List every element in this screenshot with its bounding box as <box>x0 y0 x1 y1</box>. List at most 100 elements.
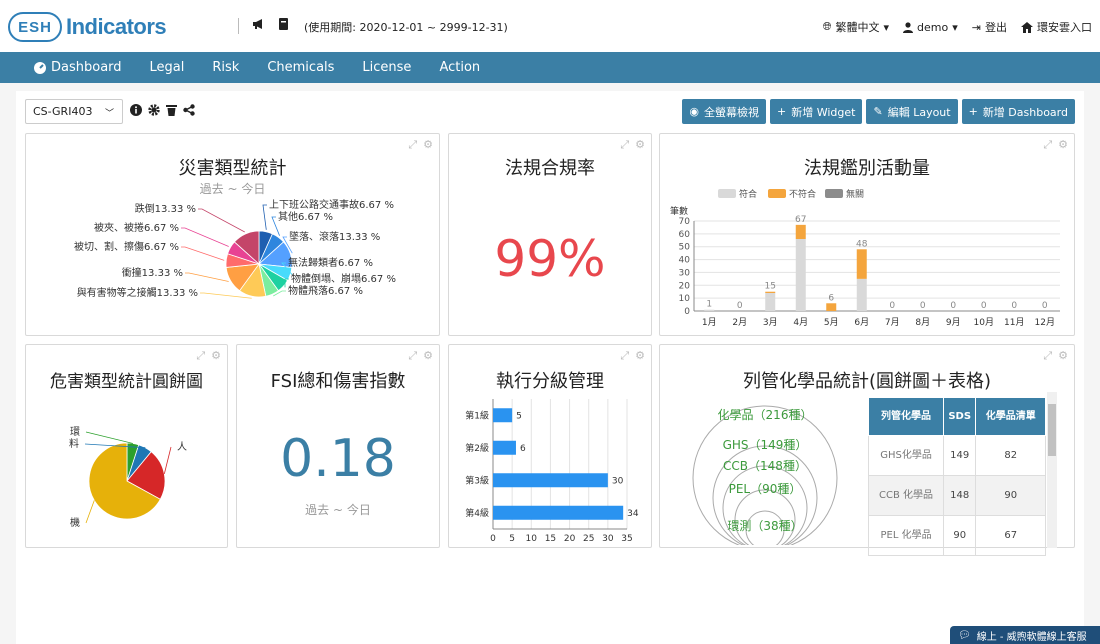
hazard-pie-chart: 環料 人機 <box>69 426 187 529</box>
gear-icon[interactable]: ⚙︎ <box>1058 138 1068 152</box>
megaphone-icon[interactable] <box>252 18 266 30</box>
gear-icon[interactable]: ⚙︎ <box>423 349 433 363</box>
data-label: 15 <box>765 282 776 292</box>
widget-title: 執行分級管理 <box>496 371 604 392</box>
bubble-label: PEL（90種） <box>729 482 802 496</box>
expand-icon[interactable]: ⤢ <box>408 138 417 152</box>
pie-label: 上下班公路交通事故6.67 % <box>269 198 394 211</box>
y-tick-label: 30 <box>679 268 691 278</box>
bar-segment <box>704 309 715 311</box>
book-icon[interactable] <box>278 18 289 30</box>
pie-leader-line <box>85 500 95 524</box>
x-tick-label: 5月 <box>824 317 839 328</box>
widget-title: 法規鑑別活動量 <box>804 158 930 179</box>
live-chat-button[interactable]: 💬︎ 線上 - 威煦軟體線上客服 <box>950 626 1100 644</box>
pie-label: 人 <box>177 441 187 453</box>
scrollbar-thumb[interactable] <box>1048 404 1056 456</box>
table-scrollbar[interactable] <box>1047 392 1057 548</box>
bubble-circle <box>734 489 796 545</box>
bubble-label: 環測（38種） <box>727 519 802 533</box>
bar <box>493 440 516 455</box>
language-dropdown[interactable]: 🌐︎ 繁體中文 ▾ <box>823 19 889 35</box>
table-header: 列管化學品 <box>867 397 945 436</box>
y-tick-label: 第4級 <box>465 507 489 519</box>
gear-icon[interactable]: ⚙︎ <box>423 138 433 152</box>
edit-layout-button[interactable]: ✎ 編輯 Layout <box>866 99 958 124</box>
bubble-label: GHS（149種） <box>723 438 808 452</box>
x-tick-label: 6月 <box>854 317 869 328</box>
x-tick-label: 11月 <box>1004 317 1024 328</box>
widget-title: 列管化學品統計(圓餅圖＋表格) <box>742 371 992 392</box>
gear-icon[interactable] <box>148 104 160 116</box>
add-dashboard-button[interactable]: + 新增 Dashboard <box>961 99 1075 124</box>
logout-link[interactable]: ⇥ 登出 <box>972 19 1007 35</box>
data-label: 5 <box>516 411 522 421</box>
x-tick-label: 35 <box>621 534 632 543</box>
level-bar-chart: 0 5 10 15 20 25 30 35 5 第1級 6 第2級 30 第3級 34 第4級 <box>465 399 639 543</box>
x-tick-label: 1月 <box>702 317 717 328</box>
data-label: 0 <box>981 301 987 311</box>
trash-icon[interactable] <box>166 104 177 116</box>
gear-icon[interactable]: ⚙︎ <box>635 349 645 363</box>
table-cell: GHS化學品 <box>867 435 945 476</box>
nav-legal[interactable]: Legal <box>150 60 185 75</box>
bar <box>493 505 624 520</box>
button-label: 全螢幕檢視 <box>704 105 760 119</box>
bar <box>493 473 608 488</box>
logo[interactable]: ESH Indicators <box>8 10 167 44</box>
pie-label: 被夾、被捲6.67 % <box>94 221 179 234</box>
caret-down-icon: ▾ <box>952 20 958 34</box>
expand-icon[interactable]: ⤢ <box>1043 349 1052 363</box>
share-icon[interactable] <box>183 104 195 116</box>
gear-icon[interactable]: ⚙︎ <box>211 349 221 363</box>
legend-label: 不符合 <box>789 188 816 200</box>
widget-legal-activity: ⤢ ⚙︎ 法規鑑別活動量 符合 不符合 無關 筆數 0 10 20 30 40 50 60 70 1 1月 0… <box>659 133 1075 336</box>
nav-chemicals[interactable]: Chemicals <box>267 60 334 75</box>
expand-icon[interactable]: ⤢ <box>196 349 205 363</box>
table-cell: CCB 化學品 <box>867 475 945 516</box>
data-label: 0 <box>737 301 743 311</box>
data-label: 48 <box>856 239 868 249</box>
dashboard-select[interactable]: CS-GRI403 ﹀ <box>25 99 123 124</box>
main-nav: Dashboard Legal Risk Chemicals License A… <box>0 52 1100 83</box>
widget-level-management: ⤢ ⚙︎ 執行分級管理 0 5 10 15 20 25 30 35 5 第1級 6 第2級 30 第3級 34… <box>448 344 652 548</box>
portal-label: 環安雲入口 <box>1037 21 1092 34</box>
expand-icon[interactable]: ⤢ <box>408 349 417 363</box>
pie-leader-line <box>262 204 267 230</box>
add-widget-button[interactable]: + 新增 Widget <box>770 99 863 124</box>
x-tick-label: 9月 <box>946 317 961 328</box>
fullscreen-button[interactable]: ◉ 全螢幕檢視 <box>682 99 767 124</box>
x-tick-label: 20 <box>564 534 576 543</box>
table-cell: 90 <box>975 475 1046 516</box>
widget-title: 災害類型統計 <box>178 158 287 179</box>
top-bar: ESH Indicators (使用期間: 2020-12-01 ~ 2999-… <box>0 0 1100 52</box>
table-cell: 90 <box>943 515 977 556</box>
bar-segment <box>856 249 867 279</box>
x-tick-label: 10 <box>526 534 538 543</box>
nav-risk[interactable]: Risk <box>212 60 239 75</box>
legend-swatch <box>768 189 786 198</box>
widget-hazard-types: ⤢ ⚙︎ 危害類型統計圓餅圖 環料 人機 <box>25 344 228 548</box>
expand-icon[interactable]: ⤢ <box>620 349 629 363</box>
activity-bar-chart: 符合 不符合 無關筆數01020304050607011月02月153月674月65… <box>670 188 1060 328</box>
y-tick-label: 70 <box>679 217 691 227</box>
chevron-down-icon: ﹀ <box>104 109 114 119</box>
bar <box>493 408 513 423</box>
expand-icon[interactable]: ⤢ <box>1043 138 1052 152</box>
legend-label: 無關 <box>846 188 864 200</box>
select-value: CS-GRI403 <box>33 105 93 118</box>
nav-action[interactable]: Action <box>439 60 480 75</box>
portal-link[interactable]: 環安雲入口 <box>1021 19 1092 35</box>
nav-license[interactable]: License <box>362 60 411 75</box>
data-label: 34 <box>627 509 639 519</box>
gear-icon[interactable]: ⚙︎ <box>1058 349 1068 363</box>
data-label: 1 <box>706 300 712 310</box>
info-icon[interactable] <box>130 104 142 116</box>
user-dropdown[interactable]: demo ▾ <box>903 21 958 34</box>
expand-icon[interactable]: ⤢ <box>620 138 629 152</box>
gear-icon[interactable]: ⚙︎ <box>635 138 645 152</box>
x-tick-label: 3月 <box>763 317 778 328</box>
pie-label: 衝撞13.33 % <box>122 266 183 279</box>
nav-dashboard[interactable]: Dashboard <box>34 60 122 75</box>
pie-leader-line <box>181 227 229 247</box>
